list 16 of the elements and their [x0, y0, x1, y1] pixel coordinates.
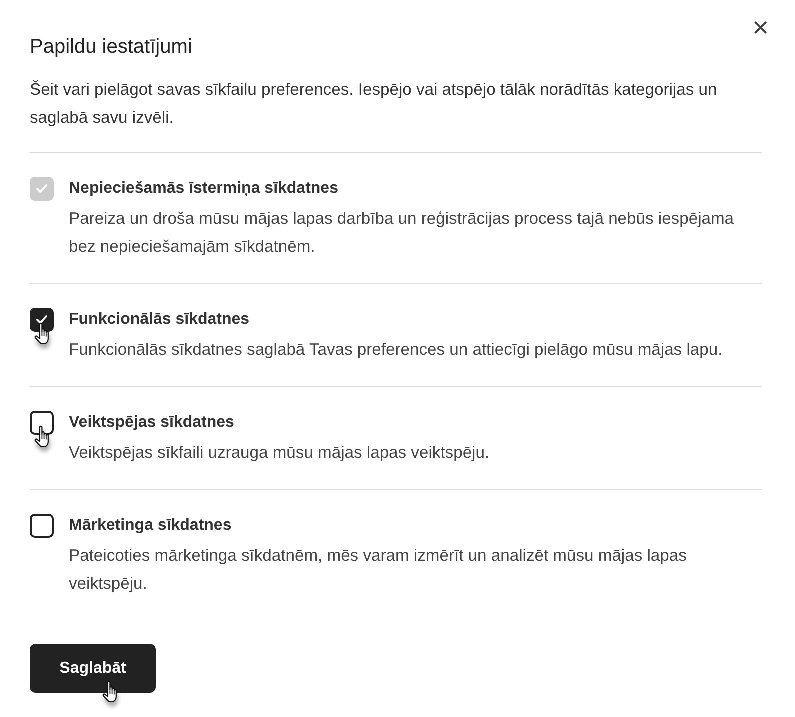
checkbox[interactable] — [30, 308, 54, 332]
close-button[interactable]: × — [750, 14, 771, 42]
category-title: Funkcionālās sīkdatnes — [69, 310, 251, 330]
check-icon — [36, 315, 48, 325]
category-title: Mārketinga sīkdatnes — [69, 516, 233, 536]
category-title: Nepieciešamās īstermiņa sīkdatnes — [69, 179, 340, 199]
intro-text: Šeit vari pielāgot savas sīkfailu preferences. Iespējo vai atspējo tālāk norādītās kategorijas un saglabā savu izvēli. — [30, 79, 718, 129]
check-icon — [36, 184, 48, 194]
checkbox[interactable] — [30, 514, 54, 538]
category-description: Veiktspējas sīkfaili uzrauga mūsu mājas lapas veiktspēju. — [69, 442, 490, 464]
category-description: Pareiza un droša mūsu mājas lapas darbība un reģistrācijas process tajā nebūs iespējama bez nepieciešamajām sīkdatnēm. — [69, 208, 736, 258]
save-button[interactable]: Saglabāt — [30, 644, 156, 693]
dialog-title: Papildu iestatījumi — [30, 35, 194, 60]
category-description: Funkcionālās sīkdatnes saglabā Tavas preferences un attiecīgi pielāgo mūsu mājas lapu. — [69, 339, 723, 361]
category-title: Veiktspējas sīkdatnes — [69, 413, 236, 433]
category-description: Pateicoties mārketinga sīkdatnēm, mēs varam izmērīt un analizēt mūsu mājas lapas veiktspēju. — [69, 545, 688, 595]
